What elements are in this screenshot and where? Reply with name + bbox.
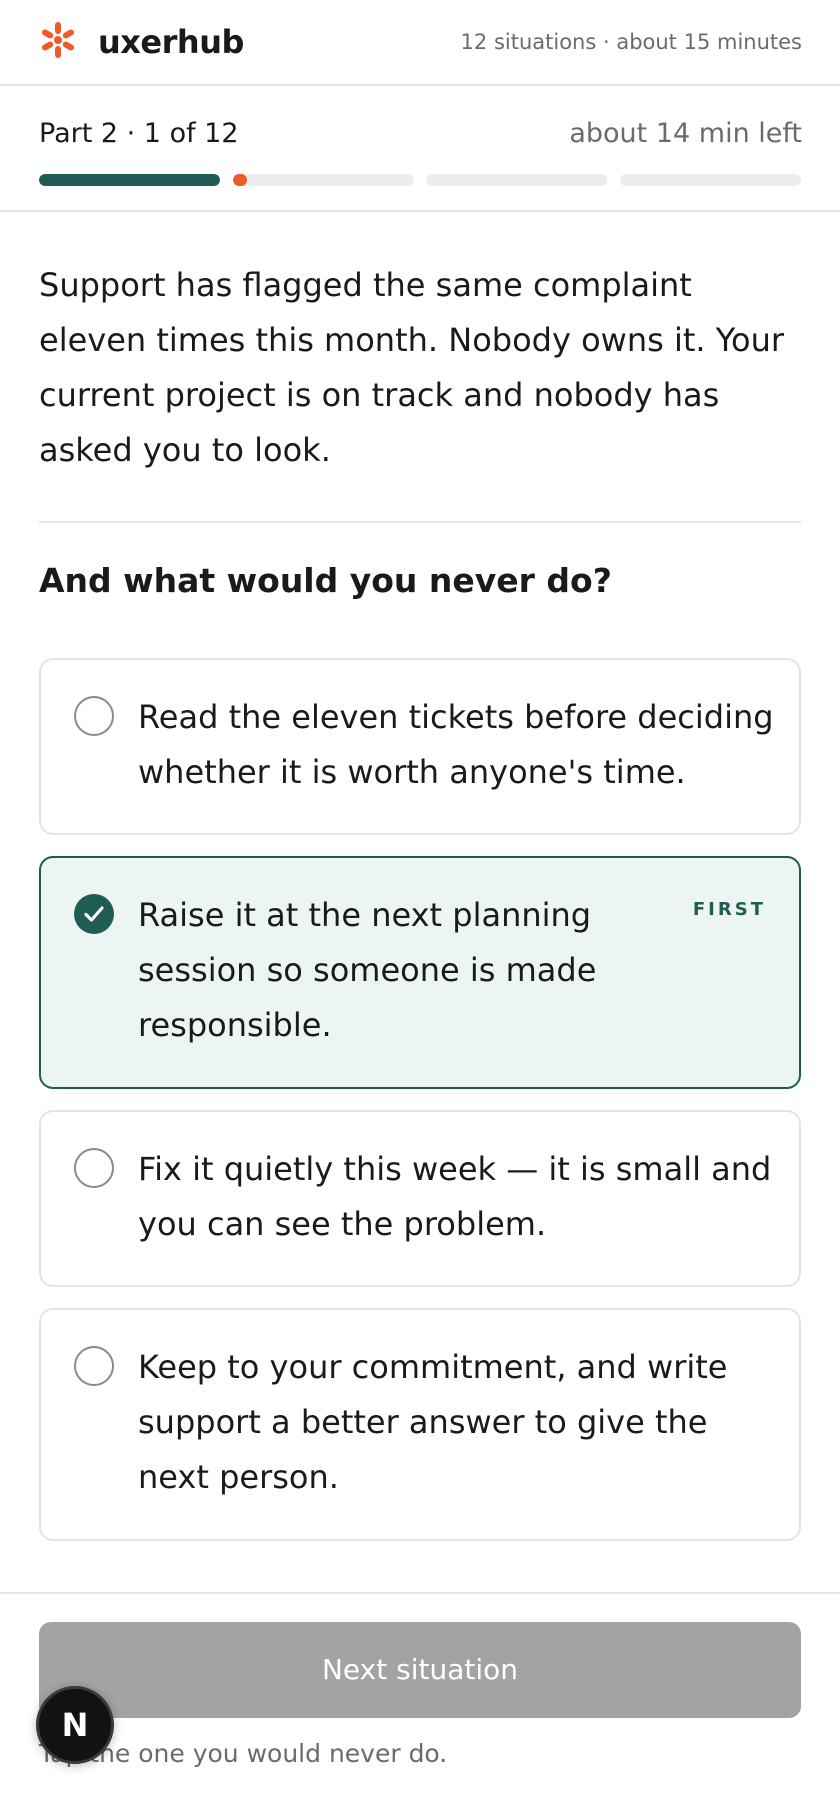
checked-radio-icon[interactable] [74,894,114,934]
option-card-1[interactable]: Read the eleven tickets before deciding … [39,658,801,835]
part-label: Part 2 · 1 of 12 [39,118,239,149]
option-card-2[interactable]: Raise it at the next planning session so… [39,856,801,1089]
option-text: Read the eleven tickets before deciding … [138,698,774,791]
option-text: Fix it quietly this week — it is small a… [138,1150,772,1243]
option-card-3[interactable]: Fix it quietly this week — it is small a… [39,1110,801,1287]
quiz-meta: 12 situations · about 15 minutes [460,30,802,54]
progress-segment-1 [39,174,220,186]
option-text: Keep to your commitment, and write suppo… [138,1348,728,1496]
progress-segment-4 [620,174,801,186]
option-text: Raise it at the next planning session so… [138,896,597,1044]
progress-section: Part 2 · 1 of 12 about 14 min left [0,86,840,212]
option-card-4[interactable]: Keep to your commitment, and write suppo… [39,1308,801,1541]
question-heading: And what would you never do? [39,561,612,600]
n-badge-button[interactable]: N [36,1686,114,1764]
progress-segment-2 [233,174,414,186]
footer-divider [0,1592,840,1594]
scenario-text: Support has flagged the same complaint e… [39,266,785,469]
next-situation-button[interactable]: Next situation [39,1622,801,1718]
divider [39,521,801,523]
progress-segment-3 [426,174,607,186]
time-left: about 14 min left [569,118,802,149]
rank-badge: FIRST [692,899,766,920]
brand-name: uxerhub [98,23,244,61]
top-bar: uxerhub 12 situations · about 15 minutes [0,0,840,86]
radio-icon[interactable] [74,1148,114,1188]
radio-icon[interactable] [74,1346,114,1386]
radio-icon[interactable] [74,696,114,736]
asterisk-burst-icon [38,20,78,60]
